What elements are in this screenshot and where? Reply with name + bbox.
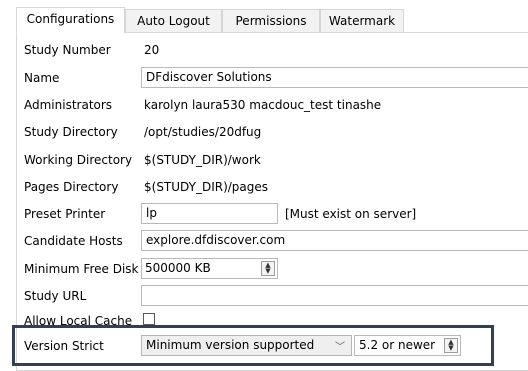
- study-directory-value: /opt/studies/20dfug: [144, 125, 262, 139]
- name-label: Name: [24, 71, 60, 85]
- preset-printer-label: Preset Printer: [24, 207, 106, 221]
- version-strict-label: Version Strict: [24, 339, 104, 353]
- working-directory-value: $(STUDY_DIR)/work: [144, 153, 261, 167]
- preset-printer-field[interactable]: lp: [141, 203, 278, 224]
- working-directory-label: Working Directory: [24, 153, 133, 167]
- study-number-label: Study Number: [24, 43, 111, 57]
- version-strict-mode: Minimum version supported: [146, 338, 315, 352]
- candidate-hosts-field[interactable]: explore.dfdiscover.com: [141, 230, 528, 251]
- allow-local-cache-checkbox[interactable]: [143, 313, 155, 325]
- minimum-free-disk-label: Minimum Free Disk: [24, 262, 139, 276]
- minimum-free-disk-field[interactable]: 500000 KB: [141, 258, 278, 279]
- version-strict-select[interactable]: Minimum version supported ﹀: [141, 335, 352, 356]
- study-number-value: 20: [144, 43, 160, 57]
- administrators-label: Administrators: [24, 98, 113, 112]
- pages-directory-label: Pages Directory: [24, 180, 119, 194]
- candidate-hosts-label: Candidate Hosts: [24, 234, 123, 248]
- study-url-label: Study URL: [24, 289, 87, 303]
- stepper-down-icon[interactable]: ▼: [262, 268, 274, 275]
- version-strict-stepper[interactable]: ▲ ▼: [444, 338, 458, 353]
- study-url-field[interactable]: [141, 285, 528, 306]
- tab-bar: Configurations Auto Logout Permissions W…: [16, 7, 528, 34]
- tab-configurations[interactable]: Configurations: [16, 7, 125, 34]
- name-field[interactable]: DFdiscover Solutions: [141, 67, 528, 88]
- tab-auto-logout[interactable]: Auto Logout: [125, 9, 222, 33]
- minimum-free-disk-stepper[interactable]: ▲ ▼: [261, 261, 275, 276]
- chevron-down-icon: ﹀: [335, 342, 345, 353]
- administrators-value: karolyn laura530 macdouc_test tinashe: [144, 98, 382, 112]
- preset-printer-note: [Must exist on server]: [285, 207, 417, 221]
- study-directory-label: Study Directory: [24, 125, 118, 139]
- stepper-down-icon[interactable]: ▼: [445, 345, 457, 352]
- tab-permissions[interactable]: Permissions: [222, 9, 320, 33]
- pages-directory-value: $(STUDY_DIR)/pages: [144, 180, 269, 194]
- tab-watermark[interactable]: Watermark: [320, 9, 404, 33]
